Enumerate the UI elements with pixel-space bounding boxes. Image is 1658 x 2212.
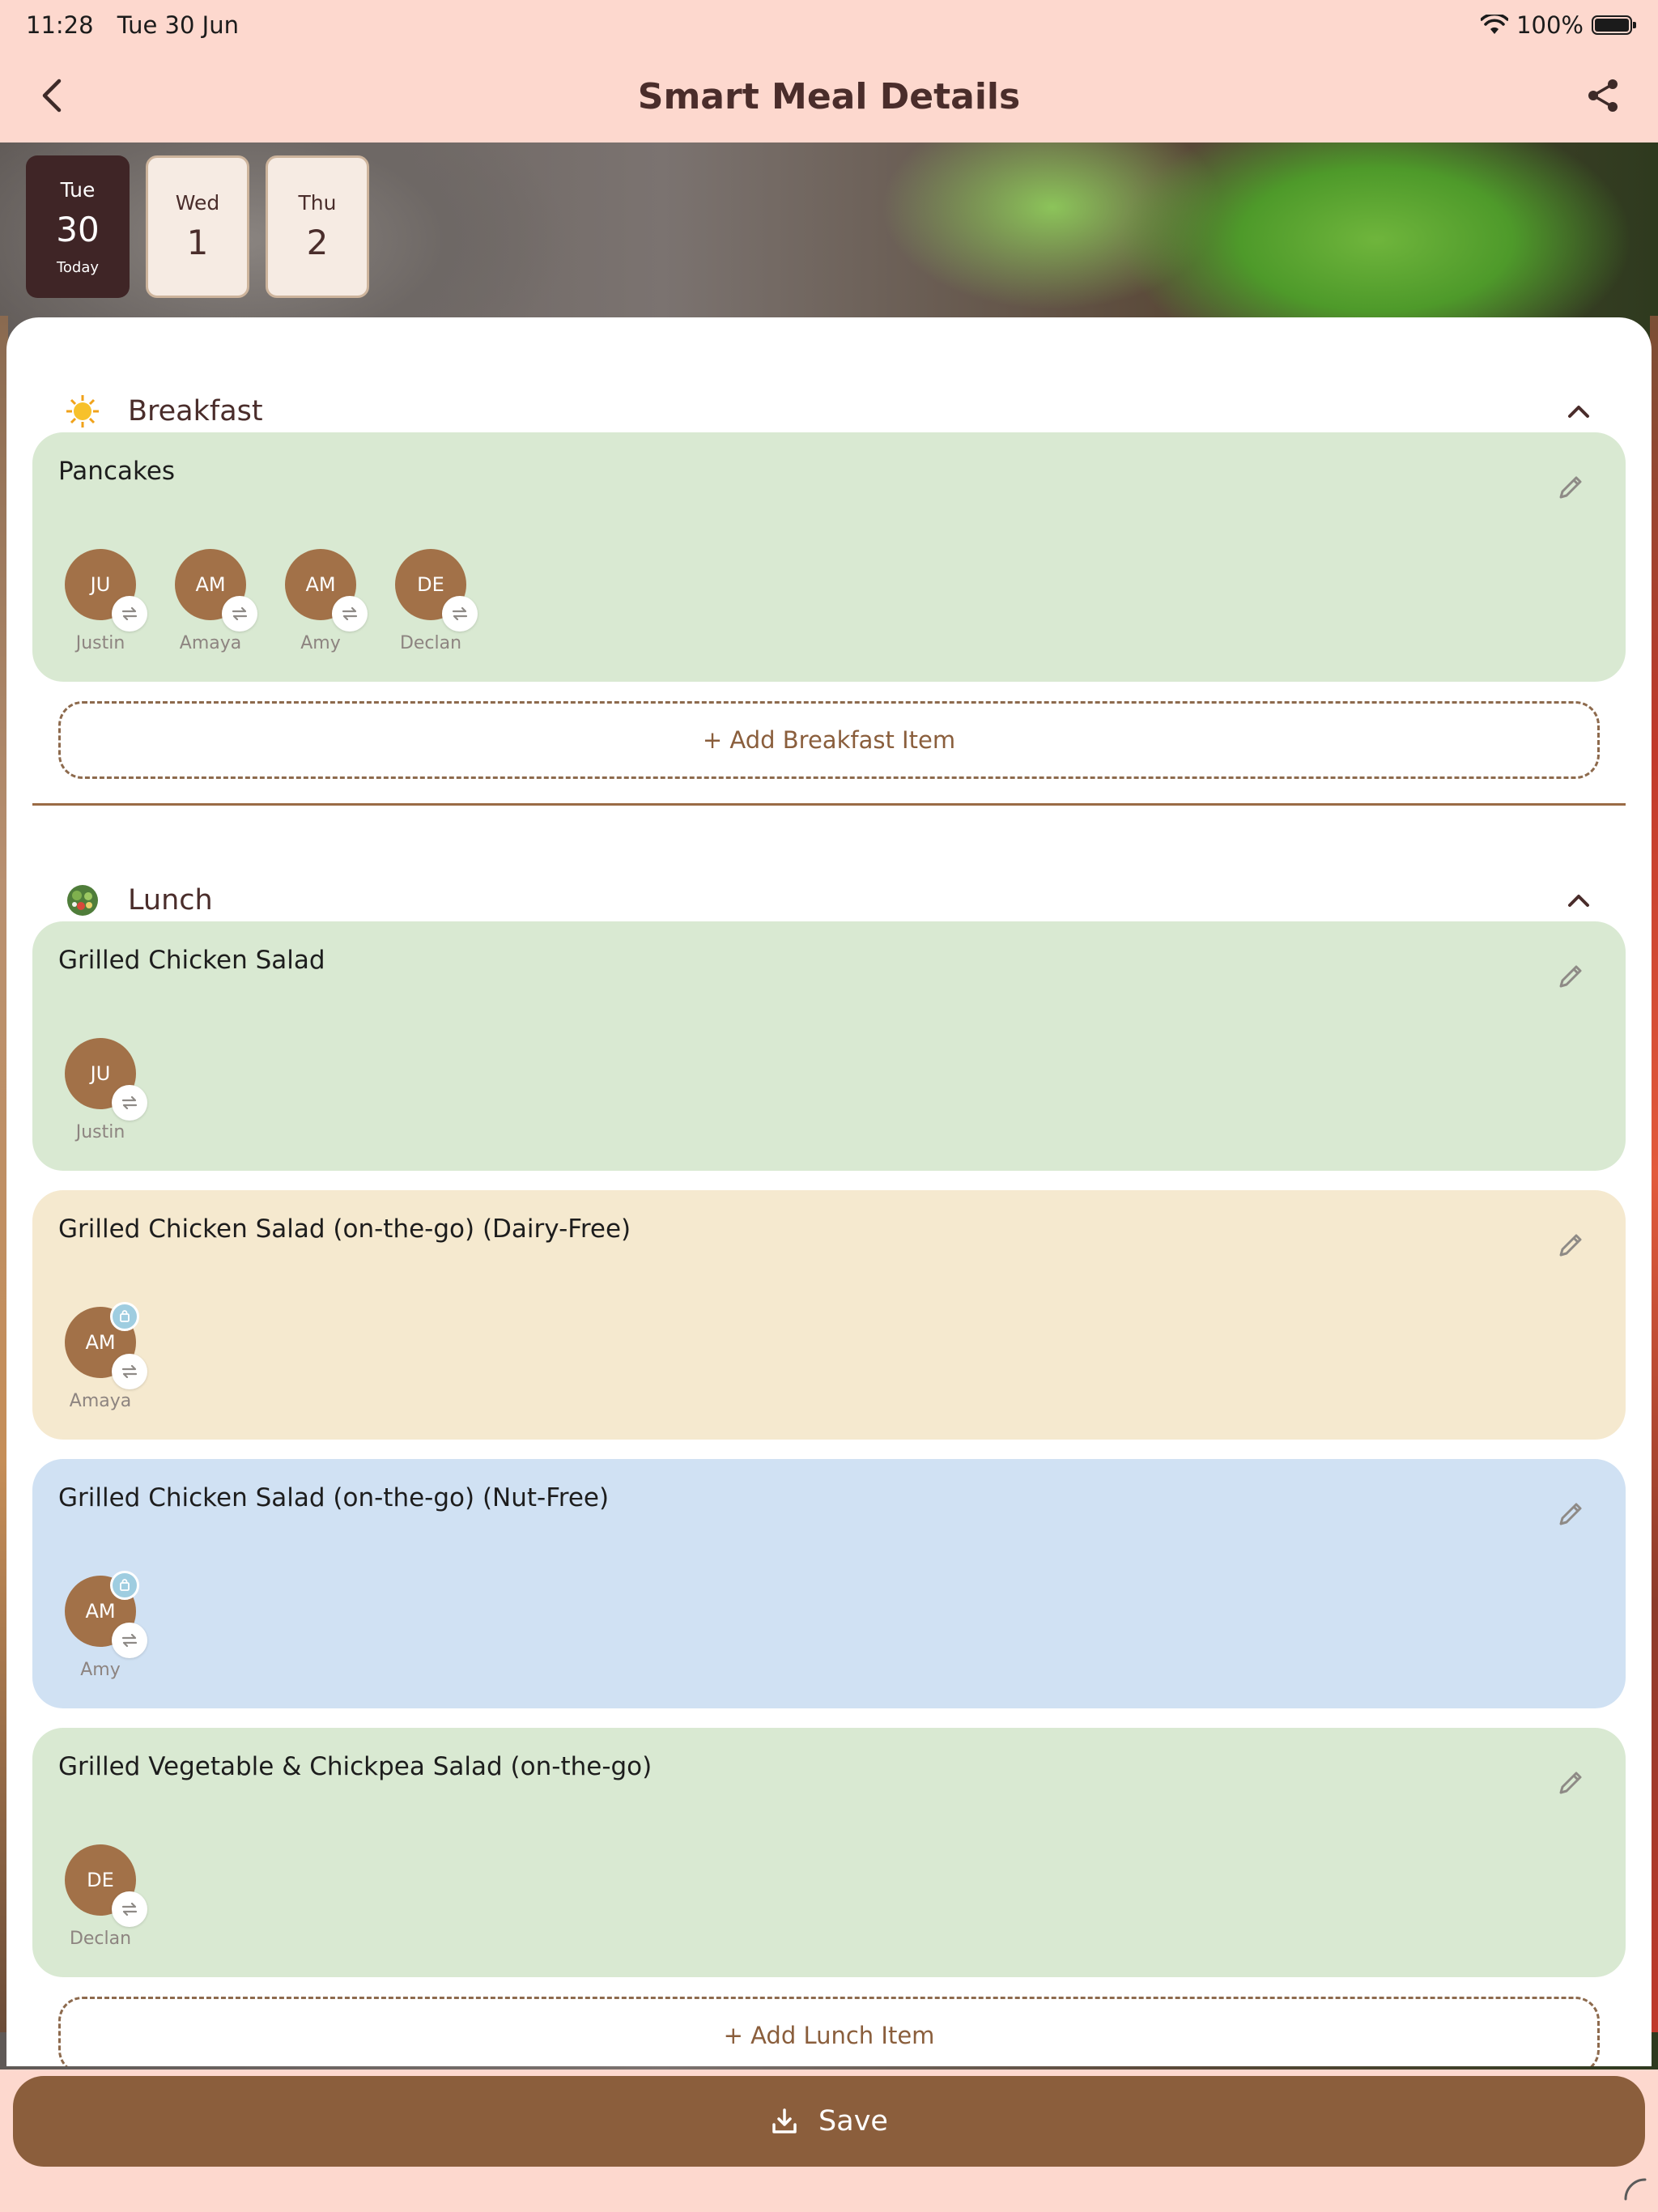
day-name: Tue bbox=[60, 177, 96, 202]
pencil-icon bbox=[1559, 476, 1582, 499]
swap-icon[interactable] bbox=[112, 1354, 147, 1389]
meal-card-nut-free-salad[interactable]: Grilled Chicken Salad (on-the-go) (Nut-F… bbox=[32, 1459, 1626, 1708]
day-number: 2 bbox=[306, 223, 329, 262]
swap-icon[interactable] bbox=[112, 1085, 147, 1121]
save-label: Save bbox=[818, 2105, 888, 2138]
assigned-people: JU Justin AM Amaya AM Amy DE Declan bbox=[65, 549, 478, 653]
swap-icon[interactable] bbox=[332, 596, 368, 632]
edit-button[interactable] bbox=[1554, 960, 1587, 993]
assigned-people: AM Amy bbox=[65, 1571, 147, 1680]
day-chip-tue[interactable]: Tue 30 Today bbox=[26, 155, 130, 298]
day-name: Thu bbox=[298, 191, 337, 215]
person-name: Amy bbox=[300, 633, 341, 653]
chevron-up-icon[interactable] bbox=[1562, 884, 1595, 917]
person-declan[interactable]: DE Declan bbox=[395, 549, 478, 653]
swap-icon[interactable] bbox=[112, 1623, 147, 1658]
edit-button[interactable] bbox=[1554, 1229, 1587, 1261]
pencil-icon bbox=[1559, 1503, 1582, 1525]
day-chip-thu[interactable]: Thu 2 bbox=[266, 155, 369, 298]
meal-card-pancakes[interactable]: Pancakes JU Justin AM Amaya AM Amy DE De… bbox=[32, 432, 1626, 682]
status-right: 100% bbox=[1481, 11, 1636, 39]
page-title: Smart Meal Details bbox=[637, 75, 1021, 117]
meal-title: Grilled Chicken Salad (on-the-go) (Dairy… bbox=[58, 1214, 631, 1244]
pencil-icon bbox=[1559, 1772, 1582, 1794]
status-bar: 11:28 Tue 30 Jun 100% bbox=[0, 0, 1658, 50]
pencil-icon bbox=[1559, 1234, 1582, 1257]
meal-title: Grilled Chicken Salad bbox=[58, 946, 325, 975]
meal-card-vegetable-chickpea-salad[interactable]: Grilled Vegetable & Chickpea Salad (on-t… bbox=[32, 1728, 1626, 1977]
avatar: JU bbox=[65, 1038, 147, 1121]
to-go-bag-icon bbox=[110, 1302, 139, 1331]
meal-card-grilled-chicken-salad[interactable]: Grilled Chicken Salad JU Justin bbox=[32, 921, 1626, 1171]
meal-title: Grilled Vegetable & Chickpea Salad (on-t… bbox=[58, 1752, 653, 1781]
battery-percent: 100% bbox=[1516, 11, 1584, 39]
person-amy[interactable]: AM Amy bbox=[285, 549, 368, 653]
day-name: Wed bbox=[175, 191, 220, 215]
day-chip-wed[interactable]: Wed 1 bbox=[146, 155, 249, 298]
download-icon bbox=[772, 2108, 797, 2133]
avatar: AM bbox=[65, 1571, 147, 1658]
person-amaya[interactable]: AM Amaya bbox=[175, 549, 257, 653]
person-name: Amaya bbox=[179, 633, 242, 653]
salad-icon bbox=[65, 883, 100, 918]
avatar: AM bbox=[175, 549, 257, 632]
meal-title: Grilled Chicken Salad (on-the-go) (Nut-F… bbox=[58, 1483, 610, 1512]
avatar: AM bbox=[285, 549, 368, 632]
person-justin[interactable]: JU Justin bbox=[65, 549, 147, 653]
person-name: Declan bbox=[69, 1929, 132, 1949]
person-name: Justin bbox=[75, 1122, 125, 1142]
swap-icon[interactable] bbox=[222, 596, 257, 632]
person-amy[interactable]: AM Amy bbox=[65, 1571, 147, 1680]
swap-icon[interactable] bbox=[442, 596, 478, 632]
section-title: Lunch bbox=[128, 884, 213, 917]
meal-card-dairy-free-salad[interactable]: Grilled Chicken Salad (on-the-go) (Dairy… bbox=[32, 1190, 1626, 1440]
assigned-people: DE Declan bbox=[65, 1844, 147, 1949]
add-breakfast-item-button[interactable]: + Add Breakfast Item bbox=[58, 701, 1600, 779]
add-lunch-item-button[interactable]: + Add Lunch Item bbox=[58, 1997, 1600, 2066]
swap-icon[interactable] bbox=[112, 596, 147, 632]
day-number: 1 bbox=[186, 223, 209, 262]
person-name: Justin bbox=[75, 633, 125, 653]
pencil-icon bbox=[1559, 965, 1582, 988]
person-declan[interactable]: DE Declan bbox=[65, 1844, 147, 1949]
avatar: DE bbox=[65, 1844, 147, 1927]
swap-icon[interactable] bbox=[112, 1891, 147, 1927]
person-justin[interactable]: JU Justin bbox=[65, 1038, 147, 1142]
person-name: Amy bbox=[80, 1660, 121, 1680]
save-button[interactable]: Save bbox=[13, 2076, 1645, 2167]
assigned-people: JU Justin bbox=[65, 1038, 147, 1142]
meal-title: Pancakes bbox=[58, 457, 176, 486]
avatar: DE bbox=[395, 549, 478, 632]
resize-handle-icon bbox=[1624, 2178, 1647, 2201]
back-button[interactable] bbox=[29, 73, 74, 118]
share-icon bbox=[1588, 79, 1618, 112]
nav-bar: Smart Meal Details bbox=[0, 50, 1658, 143]
assigned-people: AM Amaya bbox=[65, 1302, 147, 1411]
chevron-left-icon bbox=[42, 79, 62, 113]
day-today-label: Today bbox=[56, 258, 100, 276]
person-name: Declan bbox=[399, 633, 462, 653]
avatar: AM bbox=[65, 1302, 147, 1389]
edit-button[interactable] bbox=[1554, 1767, 1587, 1799]
status-date: Tue 30 Jun bbox=[117, 11, 239, 39]
edit-button[interactable] bbox=[1554, 471, 1587, 504]
chevron-up-icon[interactable] bbox=[1562, 395, 1595, 428]
avatar: JU bbox=[65, 549, 147, 632]
day-number: 30 bbox=[56, 209, 100, 249]
sun-icon bbox=[65, 393, 100, 429]
edit-button[interactable] bbox=[1554, 1498, 1587, 1530]
person-amaya[interactable]: AM Amaya bbox=[65, 1302, 147, 1411]
person-name: Amaya bbox=[69, 1391, 132, 1411]
status-time: 11:28 bbox=[26, 11, 94, 39]
battery-icon bbox=[1592, 15, 1636, 35]
status-left: 11:28 Tue 30 Jun bbox=[26, 11, 239, 39]
to-go-bag-icon bbox=[110, 1571, 139, 1600]
section-divider bbox=[32, 803, 1626, 806]
wifi-icon bbox=[1481, 15, 1509, 34]
section-title: Breakfast bbox=[128, 395, 263, 428]
share-button[interactable] bbox=[1580, 73, 1626, 118]
meal-panel: Breakfast Pancakes JU Justin AM Amaya AM… bbox=[6, 317, 1652, 2066]
